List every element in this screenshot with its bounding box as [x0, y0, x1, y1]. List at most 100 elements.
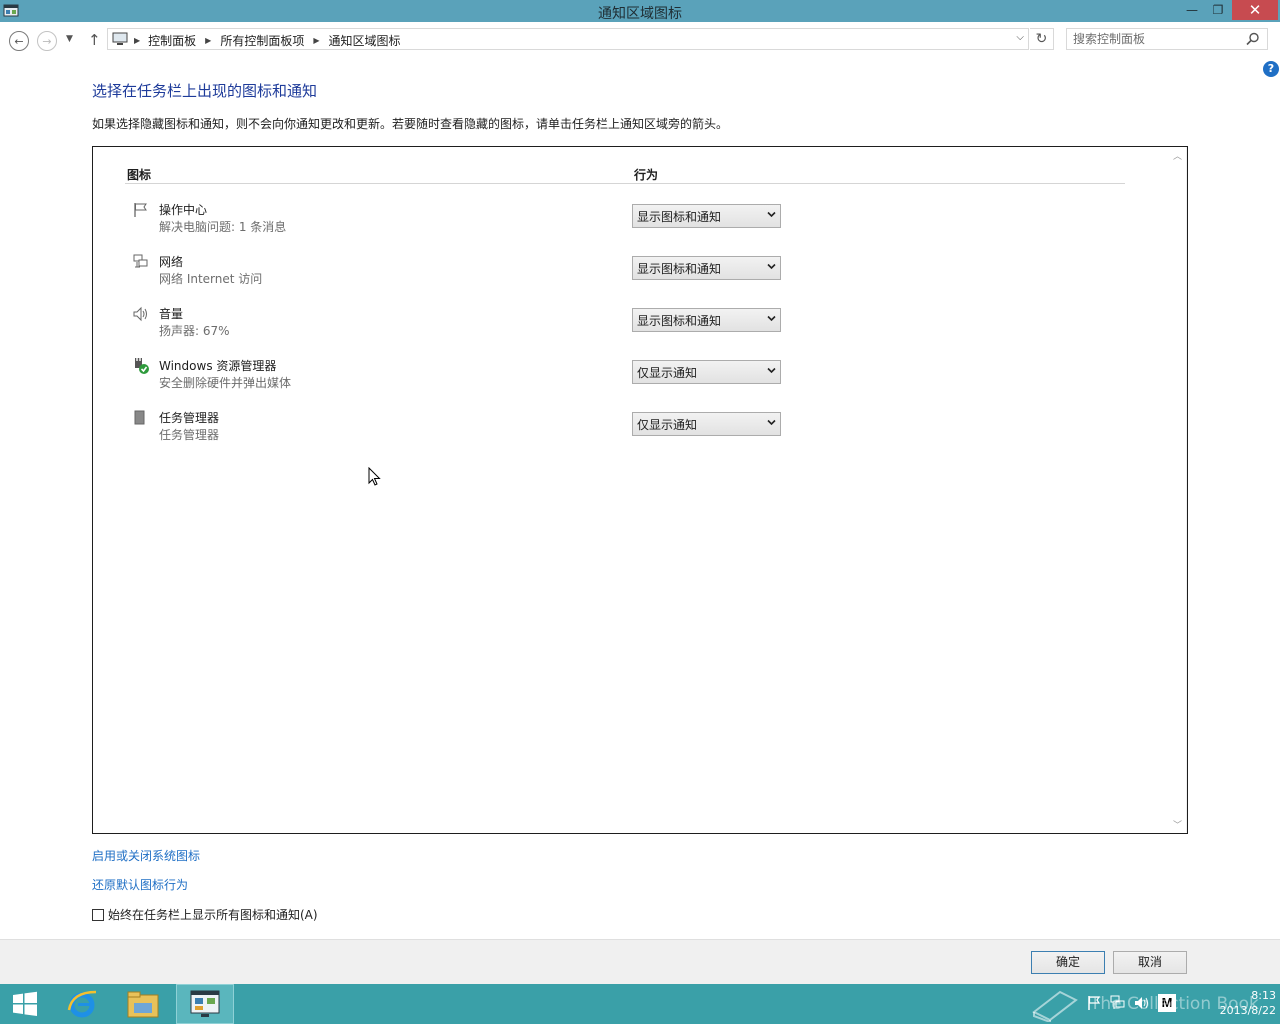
chevron-down-icon [767, 211, 776, 218]
row-name: 任务管理器 [159, 411, 220, 425]
behavior-select-network[interactable]: 显示图标和通知 [632, 256, 781, 280]
ok-button[interactable]: 确定 [1031, 951, 1105, 974]
behavior-select-windows-explorer[interactable]: 仅显示通知 [632, 360, 781, 384]
task-manager-icon [134, 410, 145, 425]
arrow-up-icon: ↑ [88, 31, 101, 49]
breadcrumb-notification-icons[interactable]: 通知区域图标 [329, 32, 401, 49]
page-description: 如果选择隐藏图标和通知，则不会向你通知更改和更新。若要随时查看隐藏的图标，请单击… [92, 117, 729, 131]
chevron-down-icon [767, 263, 776, 270]
page-title: 选择在任务栏上出现的图标和通知 [92, 82, 318, 100]
toggle-system-icons-link[interactable]: 启用或关闭系统图标 [92, 847, 200, 864]
arrow-left-icon: ← [14, 34, 24, 48]
network-icon [133, 254, 148, 268]
row-name: Windows 资源管理器 [159, 359, 277, 373]
behavior-select-action-center[interactable]: 显示图标和通知 [632, 204, 781, 228]
clock-time: 8:13 [1251, 989, 1276, 1002]
column-header-behavior: 行为 [634, 168, 659, 182]
taskbar-file-explorer[interactable] [118, 984, 168, 1024]
close-icon: ✕ [1248, 1, 1262, 19]
row-description: 任务管理器 [159, 428, 220, 442]
row-name: 网络 [159, 255, 184, 269]
always-show-option[interactable]: 始终在任务栏上显示所有图标和通知(A) [92, 906, 318, 923]
row-name: 音量 [159, 307, 184, 321]
computer-icon [112, 32, 128, 45]
refresh-button[interactable]: ↻ [1030, 28, 1054, 50]
search-box[interactable] [1066, 28, 1268, 50]
file-explorer-icon [127, 991, 159, 1018]
taskbar-internet-explorer[interactable] [59, 984, 105, 1024]
navigation-bar: ← → ▼ ↑ ▶ 控制面板 ▶ 所有控制面板项 ▶ 通知区域图标 ⌵ ↻ [0, 22, 1280, 58]
always-show-checkbox[interactable] [92, 908, 104, 921]
chevron-down-icon [767, 315, 776, 322]
window-title: 通知区域图标 [598, 6, 682, 22]
restore-default-behavior-link[interactable]: 还原默认图标行为 [92, 876, 188, 893]
scrollbar-track [1186, 147, 1187, 833]
list-item: 操作中心 解决电脑问题: 1 条消息 显示图标和通知 [127, 199, 787, 243]
control-panel-icon [190, 990, 220, 1017]
breadcrumb-all-items[interactable]: 所有控制面板项 [220, 32, 304, 49]
title-bar: 通知区域图标 — ❐ ✕ [0, 0, 1280, 22]
minimize-icon: — [1186, 3, 1198, 17]
up-button[interactable]: ↑ [88, 31, 101, 49]
behavior-value: 显示图标和通知 [637, 314, 722, 328]
usb-eject-icon [135, 358, 149, 374]
cancel-button[interactable]: 取消 [1113, 951, 1187, 974]
row-description: 网络 Internet 访问 [159, 272, 263, 286]
mouse-cursor-icon [368, 466, 382, 490]
help-button[interactable]: ? [1263, 61, 1279, 77]
internet-explorer-icon [67, 990, 97, 1018]
scroll-down-icon[interactable]: ﹀ [1173, 818, 1182, 831]
taskbar-clock[interactable]: 8:13 2013/8/22 [1196, 988, 1276, 1018]
flag-icon[interactable] [1086, 995, 1102, 1011]
behavior-value: 仅显示通知 [637, 366, 698, 380]
header-divider [125, 183, 1125, 184]
row-description: 解决电脑问题: 1 条消息 [159, 220, 287, 234]
restore-button[interactable]: ❐ [1206, 0, 1230, 20]
start-button[interactable] [0, 984, 50, 1024]
list-item: 音量 扬声器: 67% 显示图标和通知 [127, 303, 787, 347]
back-button[interactable]: ← [9, 31, 29, 51]
restore-icon: ❐ [1212, 3, 1224, 17]
speaker-icon [133, 306, 147, 322]
chevron-down-icon [767, 419, 776, 426]
behavior-value: 仅显示通知 [637, 418, 698, 432]
breadcrumb-separator-icon[interactable]: ▶ [205, 36, 211, 45]
taskbar-control-panel[interactable] [176, 984, 234, 1024]
dialog-footer: 确定 取消 [0, 939, 1280, 984]
breadcrumb-control-panel[interactable]: 控制面板 [148, 32, 196, 49]
notification-icons-list: 图标 行为 操作中心 解决电脑问题: 1 条消息 显示图标和通知 网络 网络 I… [92, 146, 1188, 834]
close-button[interactable]: ✕ [1232, 0, 1278, 20]
row-description: 扬声器: 67% [159, 324, 230, 338]
list-scrollbar[interactable]: ︿ ﹀ [1170, 147, 1187, 833]
behavior-value: 显示图标和通知 [637, 262, 722, 276]
taskbar: M 8:13 2013/8/22 [0, 984, 1280, 1024]
start-icon [13, 991, 37, 1016]
chevron-down-icon [767, 367, 776, 374]
search-input[interactable] [1073, 31, 1233, 47]
help-icon: ? [1267, 62, 1275, 75]
always-show-label[interactable]: 始终在任务栏上显示所有图标和通知(A) [108, 906, 318, 923]
ime-icon[interactable]: M [1158, 994, 1176, 1012]
list-item: 网络 网络 Internet 访问 显示图标和通知 [127, 251, 787, 295]
row-name: 操作中心 [159, 203, 208, 217]
address-dropdown-icon[interactable]: ⌵ [1016, 32, 1024, 43]
arrow-right-icon: → [42, 34, 52, 48]
refresh-icon: ↻ [1035, 31, 1048, 47]
search-icon[interactable] [1246, 32, 1260, 46]
address-bar[interactable]: ▶ 控制面板 ▶ 所有控制面板项 ▶ 通知区域图标 ⌵ [107, 28, 1029, 50]
behavior-select-volume[interactable]: 显示图标和通知 [632, 308, 781, 332]
row-description: 安全删除硬件并弹出媒体 [159, 376, 292, 390]
column-header-icon: 图标 [127, 168, 152, 182]
flag-icon [134, 203, 147, 217]
behavior-value: 显示图标和通知 [637, 210, 722, 224]
forward-button[interactable]: → [37, 31, 57, 51]
recent-locations-dropdown[interactable]: ▼ [66, 34, 73, 44]
speaker-icon[interactable] [1134, 995, 1150, 1011]
breadcrumb: ▶ 控制面板 ▶ 所有控制面板项 ▶ 通知区域图标 [134, 32, 401, 49]
breadcrumb-separator-icon[interactable]: ▶ [313, 36, 319, 45]
minimize-button[interactable]: — [1180, 0, 1204, 20]
breadcrumb-separator-icon[interactable]: ▶ [134, 36, 140, 45]
behavior-select-task-manager[interactable]: 仅显示通知 [632, 412, 781, 436]
scroll-up-icon[interactable]: ︿ [1173, 149, 1182, 162]
network-icon[interactable] [1110, 995, 1126, 1011]
